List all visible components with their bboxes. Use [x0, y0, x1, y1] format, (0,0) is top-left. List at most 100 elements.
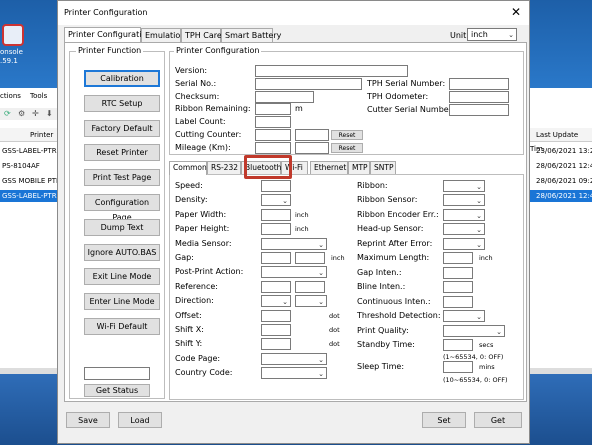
standby-time-unit: secs	[479, 341, 494, 349]
calibration-button[interactable]: Calibration	[84, 70, 160, 87]
tab-tph-care[interactable]: TPH Care	[181, 28, 222, 42]
offset-field[interactable]	[261, 309, 291, 322]
table-row-printer-name[interactable]: GSS MOBILE PTR	[0, 175, 60, 187]
target-icon[interactable]: ✛	[32, 109, 39, 118]
table-row-last-update[interactable]: 28/06/2021 12:42:2	[530, 190, 592, 202]
print-quality-select[interactable]: ⌄	[443, 325, 505, 337]
media-sensor-label: Media Sensor:	[175, 238, 232, 248]
cutting-counter-reset-button[interactable]: Reset	[331, 130, 363, 140]
ignore-auto-bas-button[interactable]: Ignore AUTO.BAS	[84, 243, 160, 261]
standby-time-field[interactable]	[443, 339, 473, 351]
configuration-page-button[interactable]: Configuration Page	[84, 194, 160, 222]
shift-x-field[interactable]	[261, 324, 291, 336]
mileage-km-reset-button[interactable]: Reset	[331, 143, 363, 153]
cutting-counter-field[interactable]	[255, 129, 291, 141]
paper-width-unit: inch	[295, 210, 309, 219]
chevron-down-icon: ⌄	[318, 370, 324, 379]
tab-printer-configuration[interactable]: Printer Configuration	[64, 27, 151, 42]
table-row-last-update[interactable]: 28/06/2021 12:42:5	[530, 160, 592, 172]
ribbon-remaining-field[interactable]	[255, 103, 291, 115]
direction-select-2[interactable]: ⌄	[295, 295, 327, 308]
reference-field-1[interactable]	[261, 280, 291, 293]
table-row-printer-name[interactable]: GSS-LABEL-PTR	[0, 145, 60, 157]
title-bar: Printer Configuration ✕	[58, 1, 529, 25]
table-row-last-update[interactable]: 23/06/2021 13:25:4	[530, 145, 592, 157]
save-button[interactable]: Save	[66, 412, 110, 428]
media-sensor-select[interactable]: ⌄	[261, 237, 327, 250]
gap-inten-field[interactable]	[443, 267, 473, 279]
continuous-inten-field[interactable]	[443, 296, 473, 308]
reprint-after-error-label: Reprint After Error:	[357, 239, 433, 248]
subtab-rs-232[interactable]: RS-232	[207, 161, 241, 174]
refresh-icon[interactable]: ⟳	[4, 109, 11, 118]
subtab-mtp[interactable]: MTP	[348, 161, 370, 174]
get-status-button[interactable]: Get Status	[84, 384, 150, 397]
density-select[interactable]: ⌄	[261, 194, 291, 207]
factory-default-button[interactable]: Factory Default	[84, 119, 160, 137]
offset-unit: dot	[329, 311, 340, 320]
shift-y-field[interactable]	[261, 338, 291, 351]
code-page-select[interactable]: ⌄	[261, 352, 327, 365]
print-test-page-button[interactable]: Print Test Page	[84, 169, 160, 187]
wi-fi-default-button[interactable]: Wi-Fi Default	[84, 318, 160, 335]
column-header-last-update[interactable]: Last Update Tim	[530, 128, 592, 153]
bline-inten-field[interactable]	[443, 281, 473, 293]
tab-emulation[interactable]: Emulation	[141, 28, 185, 42]
paper-height-field[interactable]	[261, 223, 291, 236]
subtab-common[interactable]: Common	[169, 161, 207, 175]
mileage-km-secondary-field[interactable]	[295, 142, 329, 154]
threshold-detection-select[interactable]: ⌄	[443, 310, 485, 322]
dump-text-button[interactable]: Dump Text	[84, 218, 160, 236]
label-count-field[interactable]	[255, 116, 291, 128]
ethernet-tab-highlight	[244, 155, 292, 179]
subtab-sntp[interactable]: SNTP	[370, 161, 396, 174]
head-up-sensor-select[interactable]: ⌄	[443, 223, 485, 235]
standby-time-label: Standby Time:	[357, 340, 415, 349]
ribbon-label: Ribbon:	[357, 181, 388, 190]
load-button[interactable]: Load	[118, 412, 162, 428]
direction-select-1[interactable]: ⌄	[261, 295, 291, 308]
rtc-setup-button[interactable]: RTC Setup	[84, 94, 160, 112]
direction-label: Direction:	[175, 296, 214, 306]
unit-select[interactable]: inch ⌄	[467, 28, 517, 41]
gap-field-1[interactable]	[261, 252, 291, 264]
subtab-ethernet[interactable]: Ethernet	[310, 161, 348, 174]
reference-field-2[interactable]	[295, 280, 325, 293]
ribbon-sensor-select[interactable]: ⌄	[443, 194, 485, 206]
table-row-printer-name[interactable]: GSS-LABEL-PTR	[0, 190, 60, 202]
ribbon-select[interactable]: ⌄	[443, 180, 485, 192]
cutting-counter-secondary-field[interactable]	[295, 129, 329, 141]
exit-line-mode-button[interactable]: Exit Line Mode	[84, 268, 160, 286]
ribbon-encoder-err-select[interactable]: ⌄	[443, 209, 485, 221]
reprint-after-error-select[interactable]: ⌄	[443, 238, 485, 250]
menu-actions[interactable]: ctions	[0, 92, 21, 100]
density-label: Density:	[175, 195, 208, 205]
paper-width-field[interactable]	[261, 208, 291, 221]
menu-tools[interactable]: Tools	[30, 92, 47, 100]
tab-smart-battery[interactable]: Smart Battery	[221, 28, 281, 42]
get-button[interactable]: Get	[474, 412, 522, 428]
threshold-detection-label: Threshold Detection:	[357, 311, 441, 320]
console-app-icon[interactable]	[2, 24, 24, 46]
shift-y-unit: dot	[329, 340, 340, 349]
gear-icon[interactable]: ⚙	[18, 109, 25, 118]
speed-field[interactable]	[261, 180, 291, 192]
download-icon[interactable]: ⬇	[46, 109, 53, 118]
gap-field-2[interactable]	[295, 252, 325, 264]
column-header-printer[interactable]: Printer	[0, 128, 60, 142]
maximum-length-field[interactable]	[443, 252, 473, 264]
printer-configuration-window: Printer Configuration ✕ Printer Configur…	[57, 0, 530, 444]
offset-label: Offset:	[175, 310, 202, 320]
reference-label: Reference:	[175, 281, 218, 291]
table-row-printer-name[interactable]: PS-8104AF	[0, 160, 60, 172]
post-print-action-select[interactable]: ⌄	[261, 266, 327, 279]
close-icon[interactable]: ✕	[511, 5, 521, 19]
table-row-last-update[interactable]: 28/06/2021 09:27:0	[530, 175, 592, 187]
mileage-km-field[interactable]	[255, 142, 291, 154]
reset-printer-button[interactable]: Reset Printer	[84, 144, 160, 162]
enter-line-mode-button[interactable]: Enter Line Mode	[84, 293, 160, 311]
sleep-time-field[interactable]	[443, 361, 473, 373]
set-button[interactable]: Set	[422, 412, 466, 428]
background-menu: ctions Tools	[0, 92, 60, 106]
country-code-select[interactable]: ⌄	[261, 367, 327, 380]
